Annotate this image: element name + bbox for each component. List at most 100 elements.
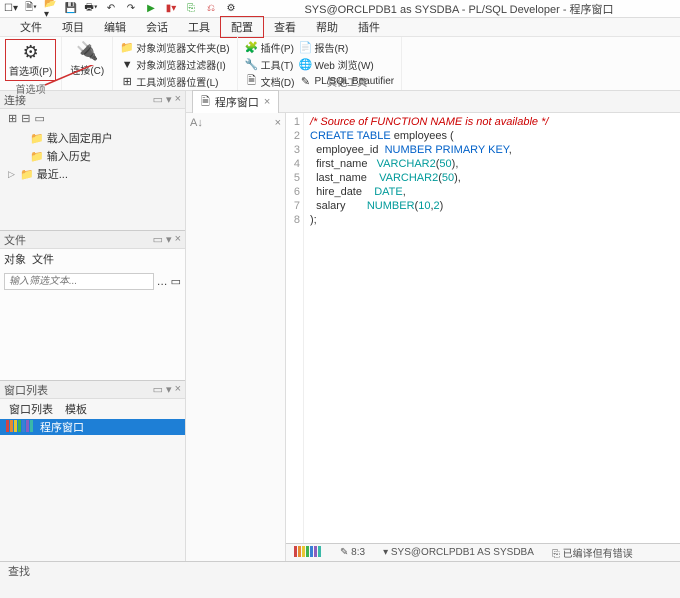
new-window-icon[interactable]: ▭ [34,112,44,125]
panel-close-icon[interactable]: × [175,93,181,106]
sort-icon[interactable]: A↓ [190,117,203,129]
obj-browser-filters-button[interactable]: ▼对象浏览器过滤器(I) [118,56,231,73]
tool-browser-position-button[interactable]: ⊞工具浏览器位置(L) [118,73,231,90]
new-icon[interactable]: 🗎▾ [24,2,38,16]
menu-project[interactable]: 项目 [52,17,94,37]
app-menu-icon[interactable]: ☐▾ [4,2,18,16]
editor-area: 🗎 程序窗口 × A↓ × 12345678 /* Source of FUNC… [185,91,680,561]
window-list-item[interactable]: 程序窗口 [0,419,185,435]
quick-access: ☐▾ 🗎▾ 📂▾ 💾 🖶▾ ↶ ↷ ▶ ▮▾ ⎘ ⎌ ⚙ [0,2,238,16]
status-find-label: 查找 [8,563,30,579]
open-icon[interactable]: 📂▾ [44,2,58,16]
connections-panel: 连接 ▭▾× ⊞ ⊟ ▭ 📁载入固定用户 📁输入历史 ▷📁最近... [0,91,185,231]
beautifier-icon: ✎ [298,74,312,88]
code-content[interactable]: /* Source of FUNCTION NAME is not availa… [304,113,548,543]
stop-icon[interactable]: ▮▾ [164,2,178,16]
tab-files[interactable]: 文件 [32,251,54,267]
app-statusbar: 查找 [0,561,680,579]
obj-browser-folders-button[interactable]: 📁对象浏览器文件夹(B) [118,39,231,56]
editor-statusbar: ✎ 8:3 ▾ SYS@ORCLPDB1 AS SYSDBA ⎘ 已编译但有错误 [286,543,680,561]
files-panel: 文件 ▭▾× 对象 文件 … ▭ [0,231,185,381]
editor-tabs: 🗎 程序窗口 × [186,91,680,113]
panel-close-icon[interactable]: × [175,383,181,396]
menu-file[interactable]: 文件 [10,17,52,37]
ribbon-group-other: 🧩插件(P) 🔧工具(T) 🗎文档(D) 📄报告(R) 🌐Web 浏览(W) ✎… [238,37,403,90]
doc-icon: 🗎 [245,75,259,89]
ribbon-group-dockable: 📁对象浏览器文件夹(B) ▼对象浏览器过滤器(I) ⊞工具浏览器位置(L) 可停… [113,37,237,90]
globe-icon: 🌐 [298,58,312,72]
editor-tab[interactable]: 🗎 程序窗口 × [192,90,279,114]
menu-configure[interactable]: 配置 [220,16,264,38]
expand-icon[interactable]: ⊞ [8,112,17,125]
menu-plugins[interactable]: 插件 [348,17,390,37]
menu-session[interactable]: 会话 [136,17,178,37]
panel-dock-icon[interactable]: ▭ [153,233,163,246]
menu-help[interactable]: 帮助 [306,17,348,37]
settings-icon[interactable]: ⚙ [224,2,238,16]
panel-close-icon[interactable]: × [175,233,181,246]
menu-edit[interactable]: 编辑 [94,17,136,37]
tab-window-list[interactable]: 窗口列表 [3,400,59,418]
tree-item-fixed-users[interactable]: 📁载入固定用户 [4,129,181,147]
reports-button[interactable]: 📄报告(R) [296,39,396,56]
panel-pin-icon[interactable]: ▾ [166,383,172,396]
panel-dock-icon[interactable]: ▭ [153,383,163,396]
preferences-label: 首选项(P) [9,63,52,78]
close-icon[interactable]: × [275,117,281,129]
ribbon-group-label: 首选项 [16,81,46,96]
filter-options-icon[interactable]: … [157,276,168,288]
menu-view[interactable]: 查看 [264,17,306,37]
tree-item-input-history[interactable]: 📁输入历史 [4,147,181,165]
redo-icon[interactable]: ↷ [124,2,138,16]
color-stripes-icon [294,546,322,560]
documents-button[interactable]: 🗎文档(D) [243,73,297,90]
panel-dock-icon[interactable]: ▭ [153,93,163,106]
print-icon[interactable]: 🖶▾ [84,2,98,16]
close-tab-icon[interactable]: × [264,96,270,108]
outline-panel: A↓ × [186,113,286,561]
sliders-icon: ⚙ [23,42,39,63]
plugins-button[interactable]: 🧩插件(P) [243,39,297,56]
save-icon[interactable]: 💾 [64,2,78,16]
report-icon: 📄 [298,41,312,55]
undo-icon[interactable]: ↶ [104,2,118,16]
tools-button[interactable]: 🔧工具(T) [243,56,297,73]
web-browse-button[interactable]: 🌐Web 浏览(W) [296,56,396,73]
menu-tools[interactable]: 工具 [178,17,220,37]
tab-templates[interactable]: 模板 [59,400,93,418]
tab-objects[interactable]: 对象 [4,251,26,267]
filter-icon: ▼ [120,58,134,72]
filter-input[interactable] [4,273,154,290]
panel-title: 窗口列表 [4,382,48,398]
panel-title: 文件 [4,232,26,248]
status-connection: ▾ SYS@ORCLPDB1 AS SYSDBA [383,547,534,558]
preferences-button[interactable]: ⚙ 首选项(P) [5,39,56,81]
plug-icon: 🔌 [76,41,98,62]
panel-pin-icon[interactable]: ▾ [166,233,172,246]
titlebar: ☐▾ 🗎▾ 📂▾ 💾 🖶▾ ↶ ↷ ▶ ▮▾ ⎘ ⎌ ⚙ SYS@ORCLPDB… [0,0,680,18]
connection-button[interactable]: 🔌 连接(C) [67,39,107,79]
window-list-panel: 窗口列表 ▭▾× 窗口列表 模板 程序窗口 [0,381,185,561]
menubar: 文件 项目 编辑 会话 工具 配置 查看 帮助 插件 [0,18,680,37]
run-icon[interactable]: ▶ [144,2,158,16]
collapse-icon[interactable]: ⊟ [21,112,30,125]
rollback-icon[interactable]: ⎌ [204,2,218,16]
cursor-position: ✎ 8:3 [340,547,365,558]
line-gutter: 12345678 [286,113,304,543]
tab-file-icon: 🗎 [201,93,210,112]
panel-pin-icon[interactable]: ▾ [166,93,172,106]
code-editor[interactable]: 12345678 /* Source of FUNCTION NAME is n… [286,113,680,543]
conn-toolbar: ⊞ ⊟ ▭ [0,109,185,127]
wrench-icon: 🔧 [245,58,259,72]
commit-icon[interactable]: ⎘ [184,2,198,16]
position-icon: ⊞ [120,75,134,89]
folder-icon: 📁 [120,41,134,55]
left-sidebar: 连接 ▭▾× ⊞ ⊟ ▭ 📁载入固定用户 📁输入历史 ▷📁最近... 文件 ▭▾… [0,91,185,561]
ribbon-group-preferences: ⚙ 首选项(P) 首选项 [0,37,62,90]
ribbon-group-label: 其他工具 [327,74,367,89]
ribbon-group-connection: 🔌 连接(C) [62,37,113,90]
filter-list-icon[interactable]: ▭ [171,275,181,288]
status-message: ⎘ 已编译但有错误 [552,545,633,560]
color-stripes-icon [6,420,34,435]
tree-item-recent[interactable]: ▷📁最近... [4,165,181,183]
